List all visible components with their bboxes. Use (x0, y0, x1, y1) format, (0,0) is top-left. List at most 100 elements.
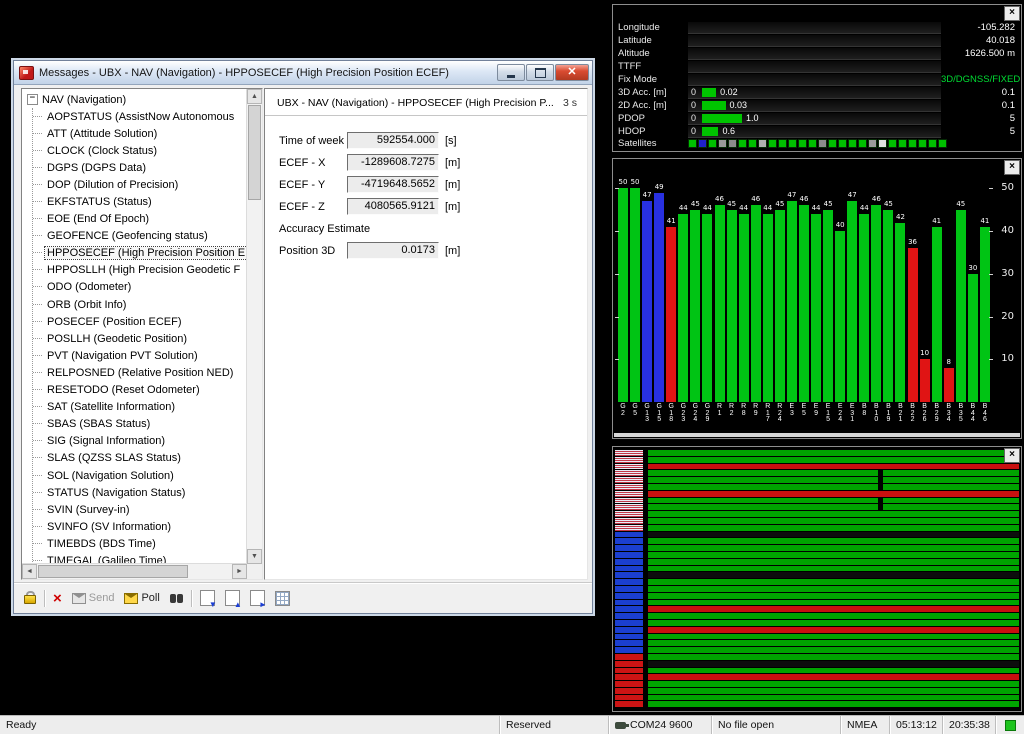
history-row (615, 634, 1019, 640)
scroll-up-icon[interactable]: ▲ (247, 89, 262, 104)
close-icon[interactable]: × (1004, 448, 1020, 463)
bar-value-label: 41 (930, 217, 944, 225)
page-prev-button[interactable]: ▲ (223, 589, 242, 607)
gauge-value: 0.02 (720, 87, 738, 98)
scroll-thumb[interactable] (248, 105, 261, 200)
close-icon[interactable]: × (1004, 6, 1020, 21)
filter-button[interactable] (168, 593, 185, 604)
history-track (648, 695, 1019, 701)
data-row-label: 2D Acc. [m] (615, 100, 688, 111)
status-time-local: 20:35:38 (943, 716, 996, 734)
tree-item-pvt[interactable]: PVT (Navigation PVT Solution) (33, 347, 246, 364)
tree-item-dop[interactable]: DOP (Dilution of Precision) (33, 176, 246, 193)
page-first-button[interactable]: ▼ (198, 589, 217, 607)
tree-item-sig[interactable]: SIG (Signal Information) (33, 433, 246, 450)
field-label: ECEF - Z (279, 201, 347, 213)
tree-item-status[interactable]: STATUS (Navigation Status) (33, 484, 246, 501)
tree-root-nav[interactable]: − NAV (Navigation) (25, 91, 246, 108)
signal-bar (847, 201, 857, 402)
close-icon[interactable]: × (1004, 160, 1020, 175)
tree-item-sat[interactable]: SAT (Satellite Information) (33, 399, 246, 416)
data-value-strip: 00.03 (688, 99, 941, 112)
tree-item-posecef[interactable]: POSECEF (Position ECEF) (33, 313, 246, 330)
tree-item-ekfstatus[interactable]: EKFSTATUS (Status) (33, 193, 246, 210)
tree-item-timebds[interactable]: TIMEBDS (BDS Time) (33, 535, 246, 552)
message-tree-panel: − NAV (Navigation) AOPSTATUS (AssistNow … (21, 88, 263, 580)
tree-item-att[interactable]: ATT (Attitude Solution) (33, 125, 246, 142)
tree-item-label: SLAS (QZSS SLAS Status) (45, 452, 183, 464)
tree-item-sol[interactable]: SOL (Navigation Solution) (33, 467, 246, 484)
maximize-button[interactable] (526, 64, 554, 81)
signal-bar (763, 214, 773, 402)
history-track (648, 688, 1019, 694)
clear-button[interactable]: × (51, 591, 64, 606)
tree-item-posllh[interactable]: POSLLH (Geodetic Position) (33, 330, 246, 347)
scroll-left-icon[interactable]: ◄ (22, 564, 37, 579)
tree-vertical-scrollbar[interactable]: ▲ ▼ (246, 89, 262, 564)
data-value: 5 (941, 113, 1019, 124)
satellite-flag (615, 661, 643, 667)
history-row (615, 538, 1019, 544)
satellite-flag (615, 695, 643, 701)
field-input[interactable]: -1289608.7275 (347, 154, 439, 171)
window-titlebar[interactable]: Messages - UBX - NAV (Navigation) - HPPO… (14, 61, 592, 85)
status-com-port[interactable]: COM24 9600 (609, 716, 712, 734)
history-row (615, 491, 1019, 497)
history-track (648, 504, 1019, 510)
tree-item-slas[interactable]: SLAS (QZSS SLAS Status) (33, 450, 246, 467)
tree-item-relposned[interactable]: RELPOSNED (Relative Position NED) (33, 364, 246, 381)
send-button[interactable]: Send (70, 591, 117, 605)
field-input[interactable]: 0.0173 (347, 242, 439, 259)
gauge-fill (702, 88, 716, 97)
satellite-flag (615, 681, 643, 687)
field-input[interactable]: 592554.000 (347, 132, 439, 149)
chart-scrollbar[interactable] (614, 433, 1020, 437)
tree-item-orb[interactable]: ORB (Orbit Info) (33, 296, 246, 313)
tree-item-hpposllh[interactable]: HPPOSLLH (High Precision Geodetic F (33, 262, 246, 279)
data-row-label: 3D Acc. [m] (615, 87, 688, 98)
satellite-indicator (718, 139, 727, 148)
scroll-down-icon[interactable]: ▼ (247, 549, 262, 564)
collapse-icon[interactable]: − (27, 94, 38, 105)
signal-bar (618, 188, 628, 402)
tree-item-label: SAT (Satellite Information) (45, 401, 177, 413)
bar-value-label: 49 (652, 183, 666, 191)
tree-item-aopstatus[interactable]: AOPSTATUS (AssistNow Autonomous (33, 108, 246, 125)
tree-item-clock[interactable]: CLOCK (Clock Status) (33, 142, 246, 159)
tree-item-geofence[interactable]: GEOFENCE (Geofencing status) (33, 228, 246, 245)
tree-item-dgps[interactable]: DGPS (DGPS Data) (33, 159, 246, 176)
close-button[interactable]: ✕ (555, 64, 589, 81)
status-time-utc: 05:13:12 (890, 716, 943, 734)
page-next-button[interactable]: ► (248, 589, 267, 607)
tree-item-label: TIMEBDS (BDS Time) (45, 538, 158, 550)
scroll-right-icon[interactable]: ► (232, 564, 247, 579)
field-input[interactable]: 4080565.9121 (347, 198, 439, 215)
data-row-ttff: TTFF (615, 60, 1019, 73)
tree-horizontal-scrollbar[interactable]: ◄ ► (22, 563, 247, 579)
tree-item-hpposecef[interactable]: HPPOSECEF (High Precision Position E (33, 245, 246, 262)
tree-item-eoe[interactable]: EOE (End Of Epoch) (33, 211, 246, 228)
history-track (648, 586, 1019, 592)
tree-item-odo[interactable]: ODO (Odometer) (33, 279, 246, 296)
tree-item-resetodo[interactable]: RESETODO (Reset Odometer) (33, 382, 246, 399)
field-unit: [m] (445, 245, 460, 257)
signal-bar (690, 210, 700, 402)
window-icon (19, 66, 34, 80)
minimize-button[interactable] (497, 64, 525, 81)
tree-item-sbas[interactable]: SBAS (SBAS Status) (33, 416, 246, 433)
tree-item-svin[interactable]: SVIN (Survey-in) (33, 501, 246, 518)
table-view-button[interactable] (273, 590, 292, 607)
lock-button[interactable] (22, 591, 38, 605)
tree-item-timegal[interactable]: TIMEGAL (Galileo Time) (33, 552, 246, 563)
poll-button[interactable]: Poll (122, 591, 161, 605)
tree-item-svinfo[interactable]: SVINFO (SV Information) (33, 518, 246, 535)
satellite-flag (615, 606, 643, 612)
data-value: 3D/DGNSS/FIXED (941, 74, 1019, 85)
field-input[interactable]: -4719648.5652 (347, 176, 439, 193)
satellite-flag (615, 572, 643, 578)
satellite-indicator (828, 139, 837, 148)
y-tick-label: 30 (1001, 268, 1014, 279)
scroll-thumb[interactable] (38, 565, 188, 578)
satellite-history-panel: × (612, 446, 1022, 712)
signal-bar (968, 274, 978, 402)
